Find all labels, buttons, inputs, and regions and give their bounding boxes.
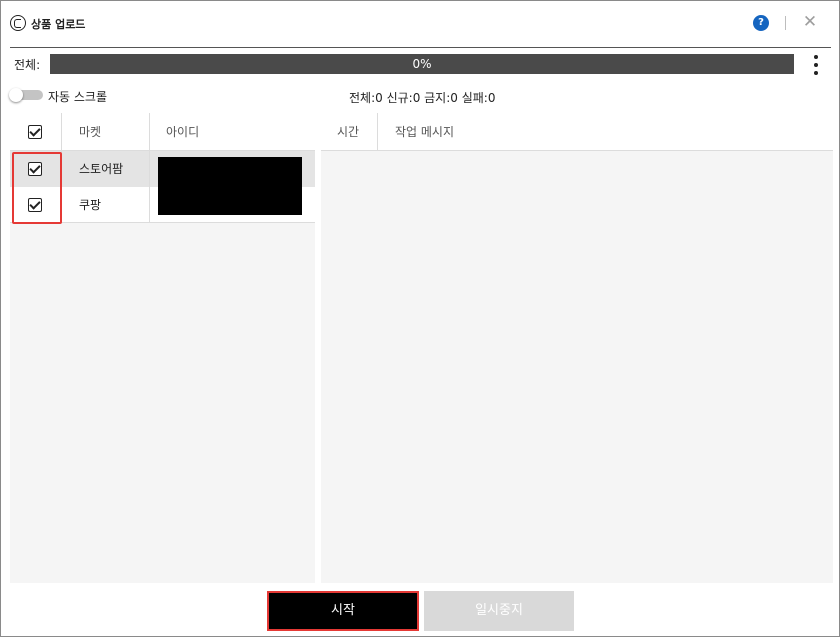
column-header-time[interactable]: 시간: [337, 113, 359, 151]
market-grid-header: 마켓 아이디: [10, 113, 315, 151]
progress-percent: 0%: [412, 57, 432, 71]
column-header-id[interactable]: 아이디: [166, 113, 199, 151]
column-divider: [149, 151, 150, 223]
column-divider: [377, 113, 378, 151]
toggle-knob: [9, 88, 23, 102]
kebab-dot: [814, 71, 818, 75]
close-icon[interactable]: ✕: [801, 13, 819, 31]
overall-progress-label: 전체:: [14, 58, 41, 72]
select-all-checkbox[interactable]: [28, 125, 42, 139]
upload-window: 상품 업로드 ? ✕ 전체: 0% 자동 스크롤 전체:0 신규:0 금지:0 …: [0, 0, 840, 637]
auto-scroll-label: 자동 스크롤: [48, 90, 108, 104]
column-header-message[interactable]: 작업 메시지: [395, 113, 454, 151]
kebab-dot: [814, 55, 818, 59]
kebab-dot: [814, 63, 818, 67]
title-divider: [10, 47, 831, 48]
app-logo-icon: [10, 15, 26, 31]
more-options-icon[interactable]: [810, 54, 822, 76]
auto-scroll-toggle[interactable]: [9, 88, 43, 102]
help-icon[interactable]: ?: [753, 15, 769, 31]
overall-progress-bar: 0%: [50, 54, 794, 74]
market-name: 스토어팜: [79, 162, 124, 176]
redacted-account-ids: [158, 157, 302, 215]
pause-button[interactable]: 일시중지: [424, 591, 574, 631]
title-separator: [785, 16, 786, 30]
start-button[interactable]: 시작: [267, 591, 419, 631]
market-name: 쿠팡: [79, 198, 102, 212]
title-bar: 상품 업로드 ? ✕: [1, 1, 839, 45]
column-divider: [61, 113, 62, 151]
checkbox-highlight-box: [12, 152, 62, 224]
window-title: 상품 업로드: [31, 18, 86, 31]
column-header-market[interactable]: 마켓: [79, 113, 101, 151]
column-divider: [149, 113, 150, 151]
log-grid: 시간 작업 메시지: [321, 113, 833, 583]
log-grid-header: 시간 작업 메시지: [321, 113, 833, 151]
result-counts: 전체:0 신규:0 금지:0 실패:0: [349, 91, 496, 105]
